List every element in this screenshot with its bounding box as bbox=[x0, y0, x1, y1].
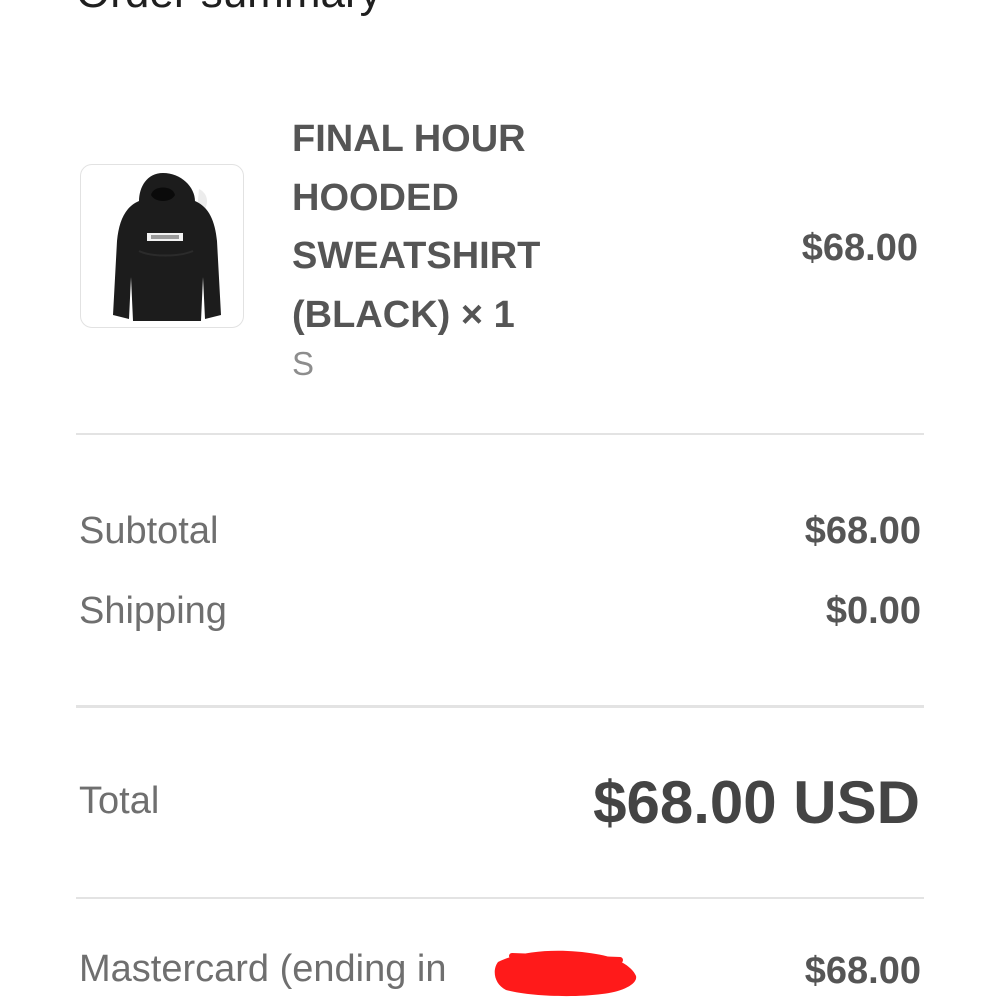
shipping-value: $0.00 bbox=[825, 590, 921, 632]
divider bbox=[76, 897, 924, 899]
payment-method-label: Mastercard (ending in bbox=[79, 948, 447, 990]
total-value: $68.00 USD bbox=[593, 769, 920, 836]
redaction-scribble bbox=[494, 950, 637, 997]
subtotal-value: $68.00 bbox=[804, 510, 921, 552]
payment-amount: $68.00 bbox=[804, 950, 921, 992]
hooded-sweatshirt-icon bbox=[113, 173, 221, 321]
divider bbox=[76, 433, 924, 435]
product-name: FINAL HOUR HOODED SWEATSHIRT (BLACK) × 1 bbox=[292, 118, 541, 336]
product-price: $68.00 bbox=[801, 227, 918, 269]
order-summary-heading: Order summary bbox=[76, 0, 382, 18]
product-thumbnail[interactable] bbox=[80, 164, 244, 328]
payment-method: Mastercard (ending in bbox=[79, 948, 447, 991]
subtotal-label: Subtotal bbox=[79, 510, 219, 552]
divider bbox=[76, 705, 924, 708]
shipping-label: Shipping bbox=[79, 590, 227, 632]
product-variant-size: S bbox=[292, 345, 315, 382]
total-label: Total bbox=[79, 780, 160, 822]
